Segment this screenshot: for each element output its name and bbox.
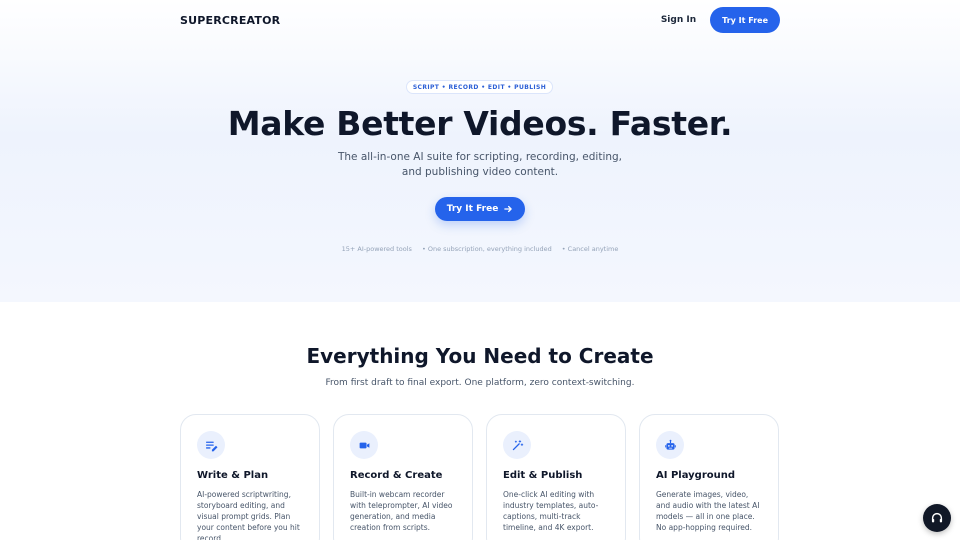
feature-card-title: Record & Create [350, 470, 443, 481]
nav-try-free-button[interactable]: Try It Free [710, 7, 780, 33]
hero-try-free-button[interactable]: Try It Free [435, 197, 525, 221]
hero-subtitle: The all-in-one AI suite for scripting, r… [337, 151, 623, 178]
feature-card-title: AI Playground [656, 470, 736, 481]
card-icon-badge [197, 431, 225, 459]
card-icon-badge [350, 431, 378, 459]
feature-card-title: Write & Plan [197, 470, 269, 481]
feature-card-write-plan[interactable]: Write & Plan AI-powered scriptwriting, s… [180, 414, 320, 540]
brand-logo[interactable]: SUPERCREATOR [180, 14, 280, 27]
feature-cards: Write & Plan AI-powered scriptwriting, s… [180, 414, 780, 540]
support-chat-button[interactable] [923, 504, 951, 532]
card-icon-badge [656, 431, 684, 459]
headset-icon [931, 512, 943, 523]
arrow-right-icon [504, 205, 513, 213]
features-title: Everything You Need to Create [306, 344, 654, 368]
hero-stats: 15+ AI-powered tools • One subscription,… [0, 245, 960, 253]
magic-wand-icon [512, 439, 523, 450]
nav-actions: Sign In Try It Free [661, 7, 780, 33]
features-subtitle: From first draft to final export. One pl… [325, 378, 635, 388]
sign-in-link[interactable]: Sign In [661, 15, 696, 25]
stat-item: • One subscription, everything included [421, 245, 552, 253]
robot-icon [664, 439, 676, 450]
feature-card-desc: Generate images, video, and audio with t… [656, 490, 760, 532]
card-icon-badge [503, 431, 531, 459]
feature-card-desc: AI-powered scriptwriting, storyboard edi… [197, 490, 300, 540]
feature-card-record-create[interactable]: Record & Create Built-in webcam recorder… [333, 414, 473, 540]
edit-note-icon [205, 441, 218, 451]
hero-eyebrow-badge: SCRIPT • RECORD • EDIT • PUBLISH [406, 80, 553, 94]
stat-item: • Cancel anytime [561, 245, 619, 253]
hero-title: Make Better Videos. Faster. [227, 104, 733, 143]
feature-card-ai-playground[interactable]: AI Playground Generate images, video, an… [639, 414, 779, 540]
feature-card-desc: Built-in webcam recorder with teleprompt… [350, 490, 453, 532]
feature-card-title: Edit & Publish [503, 470, 583, 481]
top-nav: SUPERCREATOR Sign In Try It Free [180, 7, 780, 33]
stat-item: 15+ AI-powered tools [341, 245, 412, 253]
hero-cta-label: Try It Free [446, 204, 499, 214]
video-camera-icon [359, 442, 369, 448]
feature-card-desc: One-click AI editing with industry templ… [503, 490, 599, 532]
feature-card-edit-publish[interactable]: Edit & Publish One-click AI editing with… [486, 414, 626, 540]
